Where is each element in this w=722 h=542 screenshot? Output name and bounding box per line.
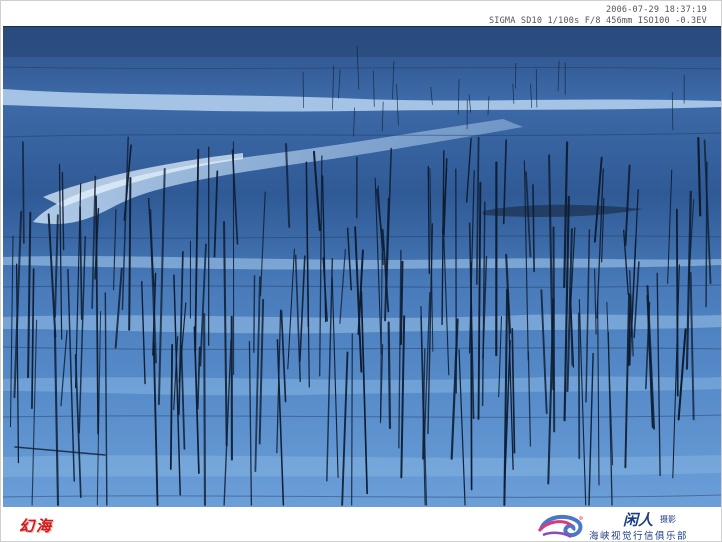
reed-stake [470, 262, 473, 491]
photo-frame: 2006-07-29 18:37:19 SIGMA SD10 1/100s F/… [0, 0, 722, 542]
brand-suffix: 摄影 [660, 515, 676, 524]
reed-stake [671, 92, 674, 131]
light-streak [3, 455, 721, 477]
reed-stake [387, 321, 392, 430]
reed-stake [675, 208, 679, 397]
club-name: 海峡视觉行信俱乐部 [589, 531, 689, 542]
reed-stake [514, 63, 517, 89]
reed-stake [351, 333, 353, 506]
swirl-logo-icon [537, 514, 583, 539]
exif-datetime: 2006-07-29 18:37:19 [605, 5, 707, 15]
exif-info: 2006-07-29 18:37:19 SIGMA SD10 1/100s F/… [489, 5, 707, 27]
seascape-photo [3, 26, 721, 507]
reed-stake [532, 184, 535, 273]
reed-stake [253, 274, 256, 353]
reed-stake [203, 313, 207, 507]
far-water-band [3, 27, 721, 57]
seascape-image [3, 27, 721, 507]
photo-title: 幻海 [19, 517, 54, 535]
reed-stake [22, 141, 25, 244]
reed-stake [552, 226, 556, 433]
club-logo: 闲人 摄影 海峡视觉行信俱乐部 [537, 509, 717, 542]
brand-name: 闲人 [623, 511, 654, 529]
footer-bar: 幻海 闲人 摄影 海峡视觉行信俱乐部 [1, 507, 721, 542]
reed-stake [128, 176, 132, 331]
